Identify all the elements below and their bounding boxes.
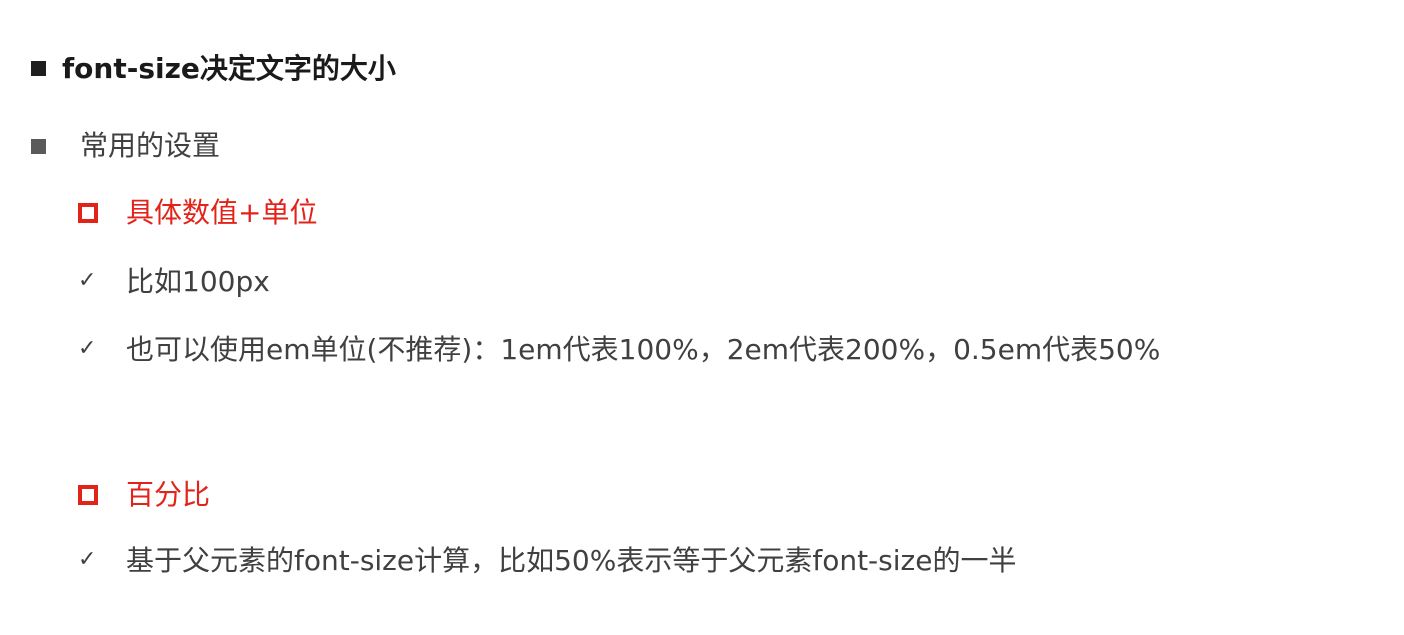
- list-item: 也可以使用em单位(不推荐)：1em代表100%，2em代表200%，0.5em…: [126, 333, 1161, 366]
- hollow-square-icon: [78, 485, 98, 505]
- hollow-square-icon: [78, 203, 98, 223]
- heading-text: font-size决定文字的大小: [62, 52, 396, 85]
- check-icon: ✓: [78, 547, 97, 572]
- percent-label: 百分比: [126, 478, 211, 511]
- filled-square-icon: [31, 61, 46, 76]
- slide: font-size决定文字的大小 常用的设置 具体数值+单位 ✓ 比如100px…: [0, 0, 1404, 635]
- specific-value-label: 具体数值+单位: [126, 196, 318, 229]
- check-icon: ✓: [78, 336, 97, 361]
- check-icon: ✓: [78, 268, 97, 293]
- list-item: 基于父元素的font-size计算，比如50%表示等于父元素font-size的…: [126, 544, 1017, 577]
- gray-square-icon: [31, 139, 46, 154]
- common-settings-text: 常用的设置: [80, 129, 221, 162]
- list-item: 比如100px: [126, 265, 270, 298]
